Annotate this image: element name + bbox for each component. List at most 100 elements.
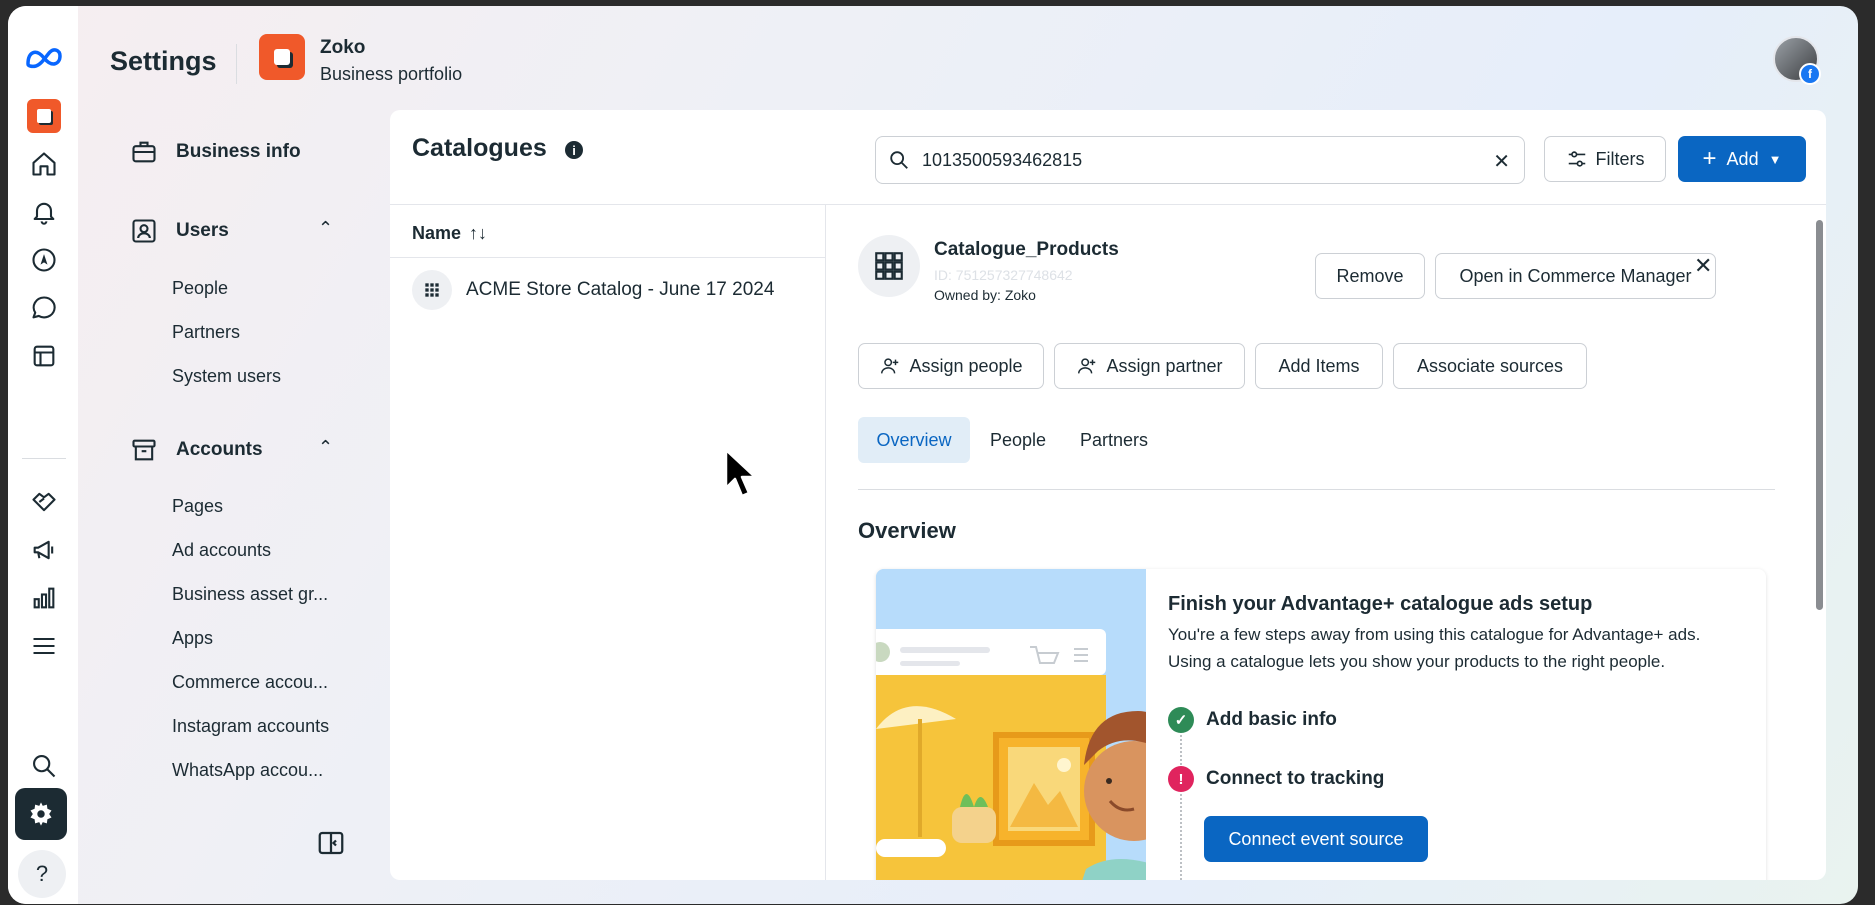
name-column-label: Name bbox=[412, 223, 462, 243]
filters-sliders-icon bbox=[1568, 151, 1585, 167]
nav-item-apps[interactable]: Apps bbox=[172, 628, 213, 649]
step-connector bbox=[1180, 794, 1184, 880]
pages-icon[interactable] bbox=[22, 334, 66, 378]
nav-item-commerce-accounts[interactable]: Commerce accou... bbox=[172, 672, 328, 693]
accounts-chevron-up-icon[interactable]: ⌃ bbox=[318, 437, 333, 458]
list-item[interactable]: ACME Store Catalog - June 17 2024 bbox=[412, 270, 774, 310]
search-icon[interactable] bbox=[22, 744, 66, 788]
add-items-button[interactable]: Add Items bbox=[1255, 343, 1383, 389]
connect-event-source-button[interactable]: Connect event source bbox=[1204, 816, 1428, 862]
remove-label: Remove bbox=[1336, 265, 1404, 286]
mouse-cursor-icon bbox=[724, 448, 757, 498]
promo-illustration bbox=[876, 569, 1146, 880]
insights-bar-chart-icon[interactable] bbox=[22, 576, 66, 620]
caret-down-icon: ▼ bbox=[1768, 151, 1782, 167]
detail-scrollbar[interactable] bbox=[1816, 220, 1823, 610]
nav-users[interactable]: Users bbox=[130, 217, 229, 245]
nav-item-system-users[interactable]: System users bbox=[172, 366, 281, 387]
remove-button[interactable]: Remove bbox=[1315, 253, 1425, 299]
tab-people[interactable]: People bbox=[976, 417, 1060, 463]
nav-item-instagram-accounts[interactable]: Instagram accounts bbox=[172, 716, 329, 737]
nav-business-info[interactable]: Business info bbox=[130, 138, 301, 166]
help-icon[interactable]: ? bbox=[18, 850, 66, 898]
assign-partner-button[interactable]: Assign partner bbox=[1054, 343, 1245, 389]
add-label: Add bbox=[1726, 148, 1759, 169]
facebook-badge-icon: f bbox=[1799, 63, 1821, 85]
search-icon bbox=[890, 151, 908, 169]
step-connect-tracking-label: Connect to tracking bbox=[1206, 768, 1385, 789]
header-divider bbox=[236, 44, 237, 84]
nav-accounts[interactable]: Accounts bbox=[130, 436, 263, 464]
page-title: Settings bbox=[110, 46, 217, 76]
tabs-divider bbox=[858, 489, 1775, 490]
collapse-sidebar-icon[interactable] bbox=[316, 828, 346, 858]
nav-accounts-label: Accounts bbox=[176, 439, 263, 460]
list-header-divider bbox=[390, 257, 825, 258]
nav-item-ad-accounts[interactable]: Ad accounts bbox=[172, 540, 271, 561]
name-column-header[interactable]: Name ↑↓ bbox=[412, 223, 487, 244]
tab-partners[interactable]: Partners bbox=[1066, 417, 1162, 463]
add-person-icon bbox=[1078, 358, 1096, 374]
catalogue-name: ACME Store Catalog - June 17 2024 bbox=[466, 279, 775, 300]
catalogue-detail-name: Catalogue_Products bbox=[934, 239, 1119, 260]
rail-divider bbox=[22, 458, 66, 459]
users-chevron-up-icon[interactable]: ⌃ bbox=[318, 218, 333, 239]
business-name[interactable]: Zoko bbox=[320, 37, 365, 59]
business-portfolio-icon[interactable] bbox=[22, 94, 66, 138]
nav-business-info-label: Business info bbox=[176, 141, 301, 162]
search-input[interactable] bbox=[920, 148, 1464, 172]
promo-body: You're a few steps away from using this … bbox=[1168, 625, 1701, 671]
assign-people-button[interactable]: Assign people bbox=[858, 343, 1044, 389]
business-avatar[interactable] bbox=[259, 34, 305, 80]
sort-icon: ↑↓ bbox=[469, 223, 488, 243]
accounts-archive-icon bbox=[132, 439, 156, 461]
tab-overview[interactable]: Overview bbox=[858, 417, 970, 463]
business-subtitle: Business portfolio bbox=[320, 64, 463, 84]
assign-partner-label: Assign partner bbox=[1106, 355, 1223, 376]
catalogue-detail: Catalogue_Products ID: 751257327748642 O… bbox=[826, 205, 1826, 880]
nav-item-business-asset-groups[interactable]: Business asset gr... bbox=[172, 584, 328, 605]
meta-logo-icon[interactable] bbox=[22, 36, 66, 80]
step-add-basic-info: ✓ Add basic info bbox=[1168, 707, 1337, 733]
left-rail: ? bbox=[8, 6, 78, 904]
assign-people-label: Assign people bbox=[909, 355, 1023, 376]
filters-button[interactable]: Filters bbox=[1544, 136, 1666, 182]
associate-sources-button[interactable]: Associate sources bbox=[1393, 343, 1587, 389]
nav-item-people[interactable]: People bbox=[172, 278, 228, 299]
catalogues-title: Catalogues bbox=[412, 134, 547, 162]
menu-icon[interactable] bbox=[22, 624, 66, 668]
nav-item-pages[interactable]: Pages bbox=[172, 496, 223, 517]
settings-gear-icon[interactable] bbox=[15, 788, 67, 840]
close-detail-icon[interactable]: ✕ bbox=[1694, 253, 1712, 279]
nav-item-whatsapp-accounts[interactable]: WhatsApp accou... bbox=[172, 760, 323, 781]
filters-label: Filters bbox=[1595, 148, 1645, 169]
clear-search-icon[interactable]: ✕ bbox=[1493, 149, 1510, 174]
catalogue-grid-icon bbox=[858, 235, 920, 297]
step-add-basic-info-label: Add basic info bbox=[1206, 709, 1337, 730]
promo-title: Finish your Advantage+ catalogue ads set… bbox=[1168, 593, 1593, 615]
home-icon[interactable] bbox=[22, 142, 66, 186]
add-button[interactable]: + Add ▼ bbox=[1678, 136, 1806, 182]
partnership-handshake-icon[interactable] bbox=[22, 480, 66, 524]
add-items-label: Add Items bbox=[1278, 355, 1360, 376]
add-person-icon bbox=[881, 358, 899, 374]
catalogue-grid-icon bbox=[412, 270, 452, 310]
search-box[interactable]: ✕ bbox=[875, 136, 1525, 184]
messages-icon[interactable] bbox=[22, 286, 66, 330]
notifications-bell-icon[interactable] bbox=[22, 190, 66, 234]
open-commerce-manager-button[interactable]: Open in Commerce Manager bbox=[1435, 253, 1716, 299]
nav-users-label: Users bbox=[176, 220, 229, 241]
open-commerce-manager-label: Open in Commerce Manager bbox=[1459, 265, 1692, 286]
briefcase-icon bbox=[132, 141, 156, 163]
catalogues-card: Catalogues i ✕ Filters + Add ▼ Name ↑↓ bbox=[390, 110, 1826, 880]
info-icon[interactable]: i bbox=[565, 141, 583, 159]
catalogue-owner: Owned by: Zoko bbox=[934, 287, 1036, 303]
check-circle-icon: ✓ bbox=[1168, 707, 1194, 733]
app-window: ? Settings Zoko Business portfolio f Bus… bbox=[8, 6, 1858, 904]
users-id-icon bbox=[132, 219, 156, 243]
compass-icon[interactable] bbox=[22, 238, 66, 282]
error-alert-icon: ! bbox=[1168, 766, 1194, 792]
nav-item-partners[interactable]: Partners bbox=[172, 322, 240, 343]
catalogue-list: Name ↑↓ ACME Store Catalog - June 17 202… bbox=[390, 205, 825, 880]
megaphone-ads-icon[interactable] bbox=[22, 528, 66, 572]
